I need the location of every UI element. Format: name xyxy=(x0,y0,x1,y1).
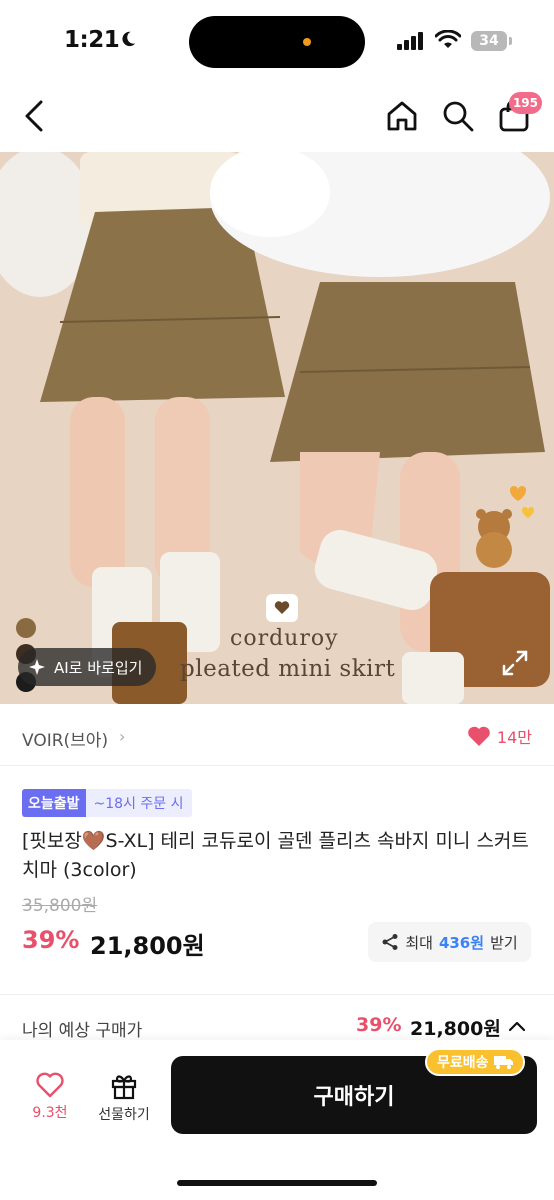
top-nav: 195 xyxy=(0,80,554,152)
search-button[interactable] xyxy=(438,96,478,136)
status-time: 1:21 xyxy=(64,27,120,53)
cart-button[interactable]: 195 xyxy=(494,92,542,136)
product-title: [핏보장🤎S-XL] 테리 코듀로이 골덴 플리츠 속바지 미니 스커트 치마 … xyxy=(22,830,529,881)
cart-count-badge: 195 xyxy=(508,92,542,114)
heart-outline-icon xyxy=(36,1072,64,1098)
original-price: 35,800원 xyxy=(22,896,98,916)
sale-price: 21,800원 xyxy=(90,932,205,960)
badge-today-shipping: 오늘출발 xyxy=(22,789,86,817)
chevron-left-icon xyxy=(25,100,43,132)
expected-price-label: 나의 예상 구매가 xyxy=(22,1021,143,1041)
points-suffix: 받기 xyxy=(490,933,518,952)
status-bar: 1:21 34 xyxy=(0,0,554,80)
ai-try-on-label: AI로 바로입기 xyxy=(54,658,143,677)
chevron-right-icon: › xyxy=(119,727,126,746)
battery-indicator: 34 xyxy=(471,31,507,51)
moon-icon xyxy=(122,31,136,47)
delivery-badge: 오늘출발 ~18시 주문 시 xyxy=(22,789,192,817)
like-button[interactable]: 14만 xyxy=(467,724,532,748)
expand-icon[interactable] xyxy=(500,648,530,678)
gift-icon xyxy=(111,1075,137,1100)
sparkle-icon xyxy=(29,659,45,675)
points-value: 436원 xyxy=(438,933,485,952)
bottom-action-bar: 9.3천 선물하기 구매하기 무료배송 xyxy=(0,1040,554,1200)
brand-row: VOIR(브아) › 14만 xyxy=(0,704,554,766)
points-prefix: 최대 xyxy=(405,933,433,952)
wishlist-button[interactable]: 9.3천 xyxy=(18,1072,82,1122)
hero-caption-line1: corduroy xyxy=(230,626,339,651)
expected-discount: 39% xyxy=(356,1014,402,1036)
like-count: 14만 xyxy=(496,728,532,747)
free-shipping-badge: 무료배송 xyxy=(425,1048,525,1076)
truck-icon xyxy=(493,1056,513,1069)
heart-bubble-icon xyxy=(266,594,298,622)
search-icon xyxy=(443,101,474,132)
expected-price: 21,800원 xyxy=(410,1018,501,1040)
dynamic-island xyxy=(189,16,365,68)
share-icon xyxy=(382,934,398,950)
gift-button[interactable]: 선물하기 xyxy=(92,1072,156,1124)
chevron-up-icon[interactable] xyxy=(507,1016,527,1036)
battery-cap xyxy=(509,37,512,45)
wifi-icon xyxy=(435,30,461,48)
hero-caption-line2: pleated mini skirt xyxy=(180,656,396,682)
points-button[interactable]: 최대 436원 받기 xyxy=(368,922,531,962)
badge-order-deadline: ~18시 주문 시 xyxy=(85,789,192,817)
home-button[interactable] xyxy=(382,96,422,136)
ai-try-on-button[interactable]: AI로 바로입기 xyxy=(18,648,157,686)
color-swatch-brown[interactable] xyxy=(16,618,36,638)
free-shipping-label: 무료배송 xyxy=(437,1055,489,1071)
brand-name-link[interactable]: VOIR(브아) xyxy=(22,726,108,751)
back-button[interactable] xyxy=(14,96,54,136)
signal-icon xyxy=(397,32,423,50)
heart-filled-icon xyxy=(468,726,490,746)
section-divider xyxy=(0,994,554,995)
home-icon xyxy=(387,101,417,131)
wishlist-count: 9.3천 xyxy=(32,1105,68,1121)
gift-label: 선물하기 xyxy=(98,1107,150,1123)
discount-rate: 39% xyxy=(22,926,80,954)
home-indicator xyxy=(177,1180,377,1186)
